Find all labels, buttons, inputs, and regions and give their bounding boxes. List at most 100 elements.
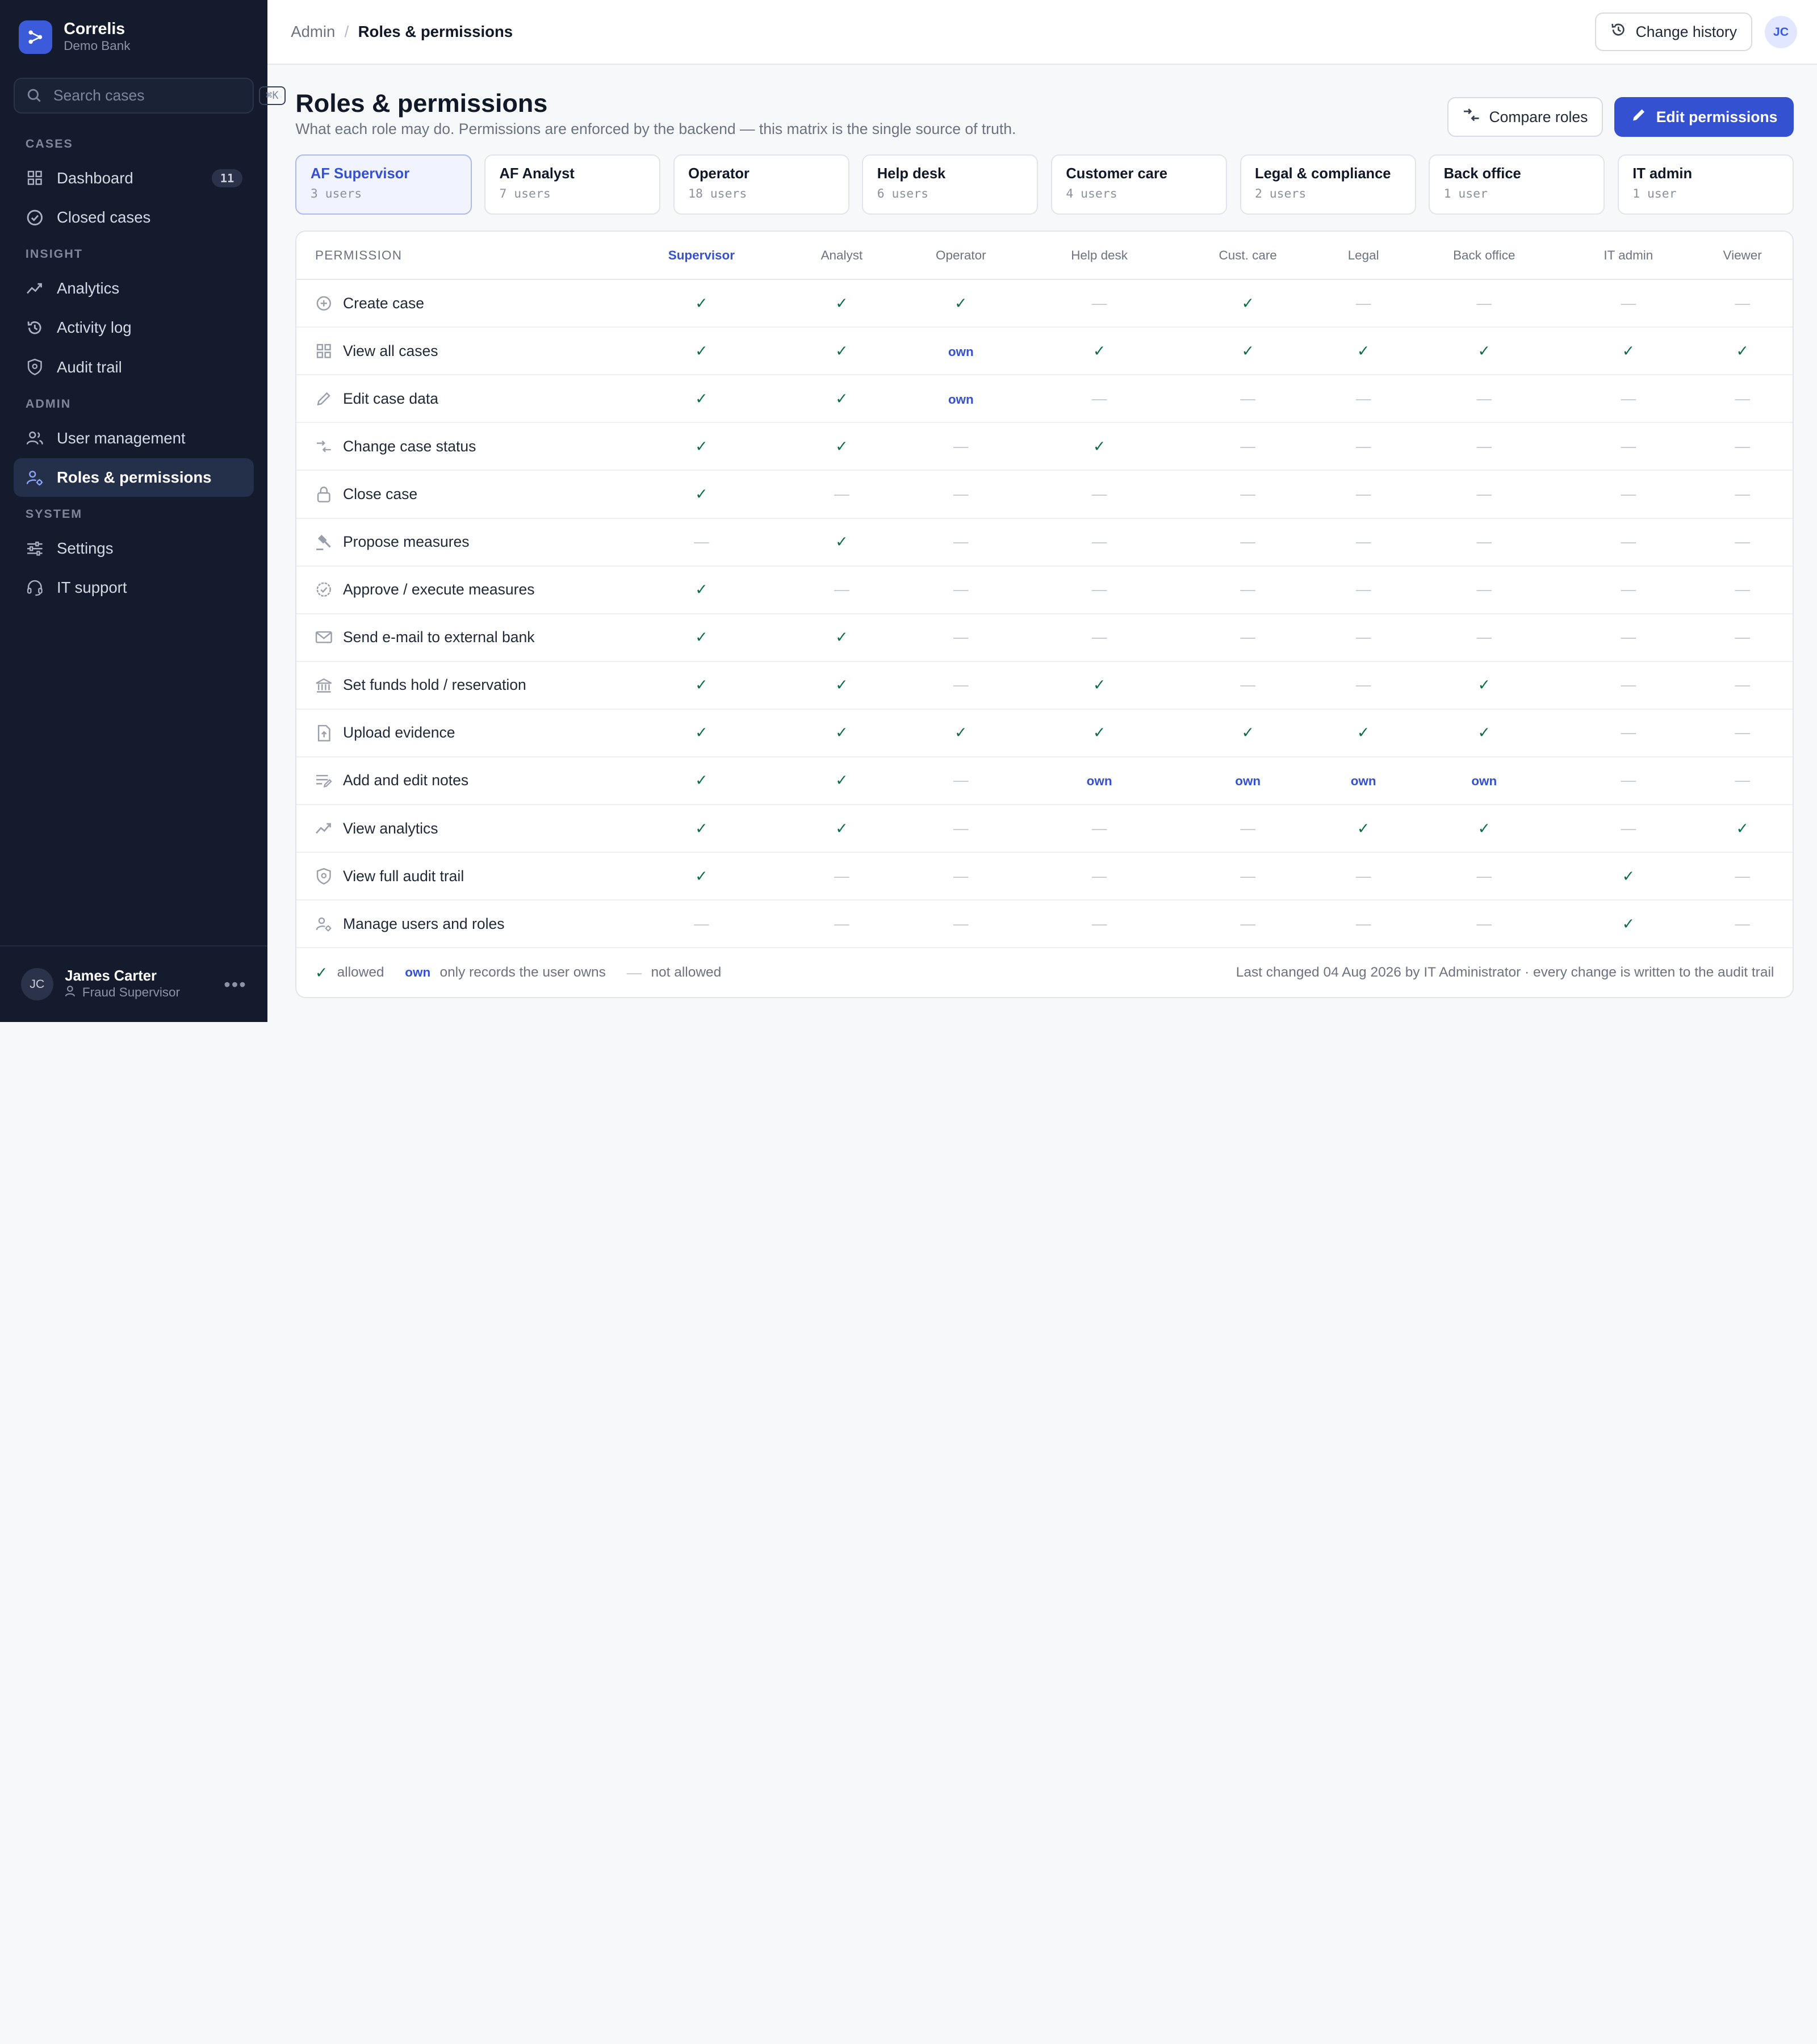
permission-label: Approve / execute measures <box>343 581 535 598</box>
not-allowed-dash: — <box>1091 485 1107 502</box>
user-profile[interactable]: JC James Carter Fraud Supervisor ••• <box>0 945 268 1022</box>
allowed-check-icon: ✓ <box>1241 294 1254 312</box>
sidebar-item-analytics[interactable]: Analytics <box>14 269 253 307</box>
allowed-check-icon: ✓ <box>954 294 968 312</box>
not-allowed-dash: — <box>1240 389 1255 407</box>
sidebar-item-user-management[interactable]: User management <box>14 419 253 457</box>
role-name: AF Supervisor <box>310 166 410 182</box>
more-options-icon[interactable]: ••• <box>224 974 246 995</box>
permission-value-cell: ✓ <box>788 613 896 662</box>
role-tab-af-analyst[interactable]: AF Analyst 7 users <box>484 154 661 215</box>
permission-value-cell: — <box>615 900 788 949</box>
permission-value-cell: — <box>895 852 1026 901</box>
permission-value-cell: — <box>1404 900 1565 949</box>
permission-value-cell: ✓ <box>1173 327 1324 376</box>
not-allowed-dash: — <box>1355 676 1371 694</box>
permission-value-cell: — <box>895 518 1026 567</box>
sidebar-item-it-support[interactable]: IT support <box>14 569 253 607</box>
role-tab-back-office[interactable]: Back office 1 user <box>1429 154 1605 215</box>
breadcrumb: Admin / Roles & permissions <box>291 23 513 41</box>
permission-value-cell: ✓ <box>615 327 788 376</box>
table-row: View analytics ✓ ✓ — — — ✓ ✓ — ✓ <box>296 805 1793 853</box>
allowed-check-icon: ✓ <box>835 437 848 455</box>
legend-own: only records the user owns <box>439 965 606 981</box>
role-tab-help-desk[interactable]: Help desk 6 users <box>862 154 1039 215</box>
breadcrumb-admin[interactable]: Admin <box>291 23 335 41</box>
not-allowed-dash: — <box>1735 294 1750 312</box>
allowed-check-icon: ✓ <box>1357 342 1370 359</box>
not-allowed-dash: — <box>1240 915 1255 932</box>
permission-value-cell: — <box>1173 852 1324 901</box>
permission-value-cell: ✓ <box>1564 900 1693 949</box>
permission-value-cell: — <box>1025 613 1173 662</box>
allowed-check-icon: ✓ <box>695 772 708 789</box>
content: Roles & permissions What each role may d… <box>267 65 1817 998</box>
permission-cell: Propose measures <box>296 518 616 567</box>
permission-value-cell: — <box>788 566 896 614</box>
role-user-count: 2 users <box>1255 187 1307 202</box>
permission-value-cell: — <box>1323 661 1404 710</box>
permission-value-cell: — <box>1173 375 1324 424</box>
role-tab-customer-care[interactable]: Customer care 4 users <box>1050 154 1228 215</box>
permission-value-cell: — <box>1692 852 1793 901</box>
sidebar-item-dashboard[interactable]: Dashboard 11 <box>14 159 253 197</box>
allowed-check-icon: ✓ <box>954 724 968 742</box>
column-header-back-office: Back office <box>1404 232 1565 280</box>
role-tab-legal-compliance[interactable]: Legal & compliance 2 users <box>1240 154 1416 215</box>
edit-permissions-button[interactable]: Edit permissions <box>1614 97 1794 137</box>
badge-check-icon <box>315 581 333 598</box>
page-subtitle: What each role may do. Permissions are e… <box>295 120 1016 138</box>
role-user-count: 3 users <box>310 187 362 202</box>
compare-roles-button[interactable]: Compare roles <box>1447 97 1603 137</box>
user-name: James Carter <box>65 967 157 984</box>
permission-value-cell: — <box>1173 613 1324 662</box>
legend-own-tag: own <box>405 965 431 980</box>
permission-value-cell: own <box>895 375 1026 424</box>
not-allowed-dash: — <box>1735 724 1750 742</box>
nav-section-admin: ADMIN <box>25 396 72 411</box>
search-box[interactable]: ⌘K <box>14 77 286 114</box>
change-history-button[interactable]: Change history <box>1595 12 1752 51</box>
role-tab-it-admin[interactable]: IT admin 1 user <box>1617 154 1794 215</box>
not-allowed-dash: — <box>1355 915 1371 932</box>
sidebar-item-activity-log[interactable]: Activity log <box>14 309 253 347</box>
check-circle-icon <box>26 208 44 227</box>
allowed-check-icon: ✓ <box>1092 676 1106 694</box>
allowed-check-icon: ✓ <box>1477 676 1491 694</box>
own-tag: own <box>1350 774 1376 789</box>
role-tab-af-supervisor[interactable]: AF Supervisor 3 users <box>295 154 472 215</box>
brand-logo-icon <box>18 20 52 54</box>
brand[interactable]: Correlis Demo Bank <box>0 0 267 70</box>
not-allowed-dash: — <box>953 819 969 837</box>
permission-value-cell: — <box>1323 470 1404 519</box>
permission-label: Add and edit notes <box>343 772 469 789</box>
table-row: Change case status ✓ ✓ — ✓ — — — — — <box>296 422 1793 471</box>
header-avatar[interactable]: JC <box>1764 15 1798 48</box>
permission-value-cell: — <box>1564 279 1693 328</box>
allowed-check-icon: ✓ <box>1477 342 1491 359</box>
sidebar-item-label: IT support <box>56 579 127 597</box>
role-name: Operator <box>688 166 750 182</box>
table-row: View full audit trail ✓ — — — — — — ✓ — <box>296 852 1793 901</box>
permission-value-cell: — <box>1323 900 1404 949</box>
permission-value-cell: ✓ <box>788 375 896 424</box>
allowed-check-icon: ✓ <box>835 676 848 694</box>
not-allowed-dash: — <box>1735 533 1750 551</box>
permission-value-cell: ✓ <box>1323 709 1404 757</box>
permission-value-cell: — <box>1404 566 1565 614</box>
permission-value-cell: ✓ <box>788 661 896 710</box>
permission-value-cell: — <box>1692 470 1793 519</box>
permission-value-cell: — <box>1323 566 1404 614</box>
app-root: Correlis Demo Bank ⌘K CASES Dashboard 11 Cl… <box>0 0 1817 1022</box>
permission-label: Upload evidence <box>343 724 455 742</box>
role-tab-operator[interactable]: Operator 18 users <box>673 154 849 215</box>
role-user-count: 1 user <box>1443 187 1488 202</box>
sidebar-item-audit-trail[interactable]: Audit trail <box>14 348 253 386</box>
permission-value-cell: ✓ <box>615 805 788 853</box>
search-input[interactable] <box>53 86 248 104</box>
not-allowed-dash: — <box>1735 676 1750 694</box>
sidebar-item-closed-cases[interactable]: Closed cases <box>14 198 253 236</box>
sidebar-item-settings[interactable]: Settings <box>14 529 253 567</box>
sidebar-item-roles-permissions[interactable]: Roles & permissions <box>14 458 254 497</box>
permission-value-cell: — <box>1564 709 1693 757</box>
